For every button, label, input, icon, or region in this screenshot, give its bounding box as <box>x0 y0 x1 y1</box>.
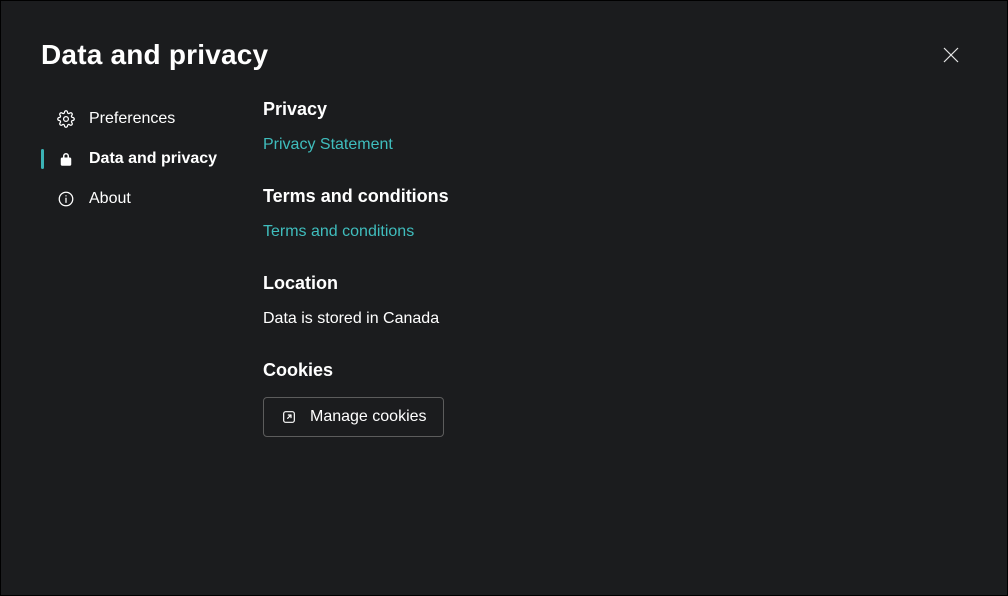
privacy-statement-link[interactable]: Privacy Statement <box>263 136 393 154</box>
section-cookies: Cookies Manage cookies <box>263 360 967 437</box>
location-text: Data is stored in Canada <box>263 310 967 328</box>
info-icon <box>57 190 75 208</box>
section-terms: Terms and conditions Terms and condition… <box>263 186 967 241</box>
sidebar-item-about[interactable]: About <box>41 179 237 219</box>
terms-link[interactable]: Terms and conditions <box>263 223 414 241</box>
sidebar-item-label: About <box>89 190 131 208</box>
open-external-icon <box>280 408 298 426</box>
section-heading-cookies: Cookies <box>263 360 967 381</box>
main-content: Privacy Privacy Statement Terms and cond… <box>263 99 967 469</box>
sidebar-item-preferences[interactable]: Preferences <box>41 99 237 139</box>
page-title: Data and privacy <box>41 39 268 71</box>
manage-cookies-label: Manage cookies <box>310 408 427 426</box>
section-heading-privacy: Privacy <box>263 99 967 120</box>
lock-icon <box>57 150 75 168</box>
sidebar: Preferences Data and privacy <box>41 99 237 469</box>
section-privacy: Privacy Privacy Statement <box>263 99 967 154</box>
sidebar-item-label: Data and privacy <box>89 150 217 168</box>
sidebar-item-label: Preferences <box>89 110 175 128</box>
section-location: Location Data is stored in Canada <box>263 273 967 328</box>
manage-cookies-button[interactable]: Manage cookies <box>263 397 444 437</box>
sidebar-item-data-privacy[interactable]: Data and privacy <box>41 139 237 179</box>
section-heading-location: Location <box>263 273 967 294</box>
close-button[interactable] <box>935 39 967 71</box>
gear-icon <box>57 110 75 128</box>
close-icon <box>943 47 959 63</box>
section-heading-terms: Terms and conditions <box>263 186 967 207</box>
